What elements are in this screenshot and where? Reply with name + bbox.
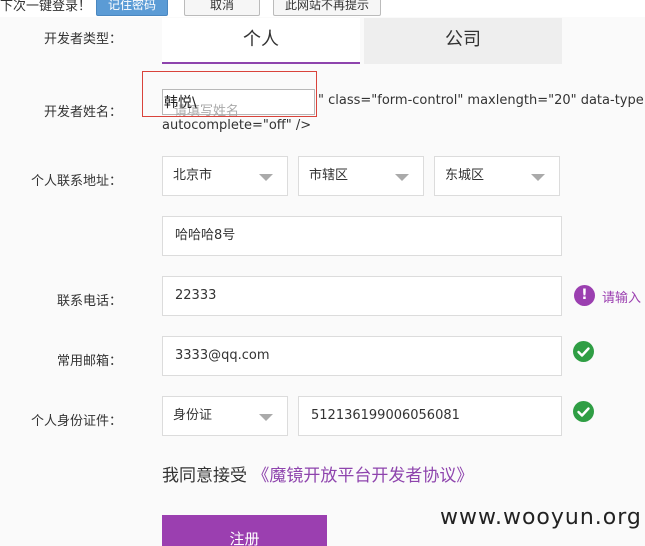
address-label: 个人联系地址： — [30, 174, 122, 189]
phone-input[interactable]: 22333 — [162, 276, 562, 316]
phone-label: 联系电话： — [56, 294, 122, 309]
leaked-markup-line2: autocomplete="off" /> — [162, 118, 312, 133]
street-value: 哈哈哈8号 — [175, 228, 236, 243]
district-select[interactable]: 东城区 — [434, 156, 560, 196]
phone-value: 22333 — [175, 288, 217, 303]
id-number-input[interactable]: 512136199006056081 — [298, 396, 562, 436]
id-type-value: 身份证 — [173, 408, 213, 423]
password-save-bar: 下次一键登录！ 记住密码 取消 此网站不再提示 — [0, 0, 645, 17]
id-number-value: 512136199006056081 — [311, 408, 460, 423]
agree-prefix: 我同意接受 — [162, 466, 247, 486]
email-value: 3333@qq.com — [175, 348, 270, 363]
email-input[interactable]: 3333@qq.com — [162, 336, 562, 376]
province-value: 北京市 — [173, 168, 213, 183]
remember-password-button[interactable]: 记住密码 — [96, 0, 168, 16]
street-input[interactable]: 哈哈哈8号 — [162, 216, 562, 256]
watermark: www.wooyun.org — [440, 505, 642, 530]
developer-type-label: 开发者类型： — [43, 32, 122, 47]
tab-company[interactable]: 公司 — [364, 18, 562, 64]
check-icon — [573, 341, 594, 362]
developer-name-label: 开发者姓名： — [43, 105, 122, 120]
tab-individual[interactable]: 个人 — [162, 18, 360, 64]
chevron-down-icon — [259, 174, 273, 181]
province-select[interactable]: 北京市 — [162, 156, 288, 196]
city-select[interactable]: 市辖区 — [298, 156, 424, 196]
agreement-link[interactable]: 《魔镜开放平台开发者协议》 — [252, 466, 473, 486]
leaked-markup-line1: " class="form-control" maxlength="20" da… — [318, 93, 644, 108]
check-icon — [573, 401, 594, 422]
district-value: 东城区 — [445, 168, 485, 183]
highlight-box — [142, 71, 317, 117]
agreement-line: 我同意接受 《魔镜开放平台开发者协议》 — [162, 461, 473, 486]
save-prompt: 下次一键登录！ — [0, 0, 92, 14]
email-label: 常用邮箱： — [56, 354, 122, 369]
id-label: 个人身份证件： — [30, 414, 122, 429]
cancel-button[interactable]: 取消 — [184, 0, 260, 16]
chevron-down-icon — [259, 414, 273, 421]
register-button[interactable]: 注册 — [162, 515, 327, 546]
chevron-down-icon — [395, 174, 409, 181]
city-value: 市辖区 — [309, 168, 349, 183]
phone-hint: 请输入 — [602, 291, 642, 306]
warning-icon: ! — [574, 285, 595, 306]
never-prompt-button[interactable]: 此网站不再提示 — [273, 0, 381, 16]
id-type-select[interactable]: 身份证 — [162, 396, 288, 436]
chevron-down-icon — [531, 174, 545, 181]
